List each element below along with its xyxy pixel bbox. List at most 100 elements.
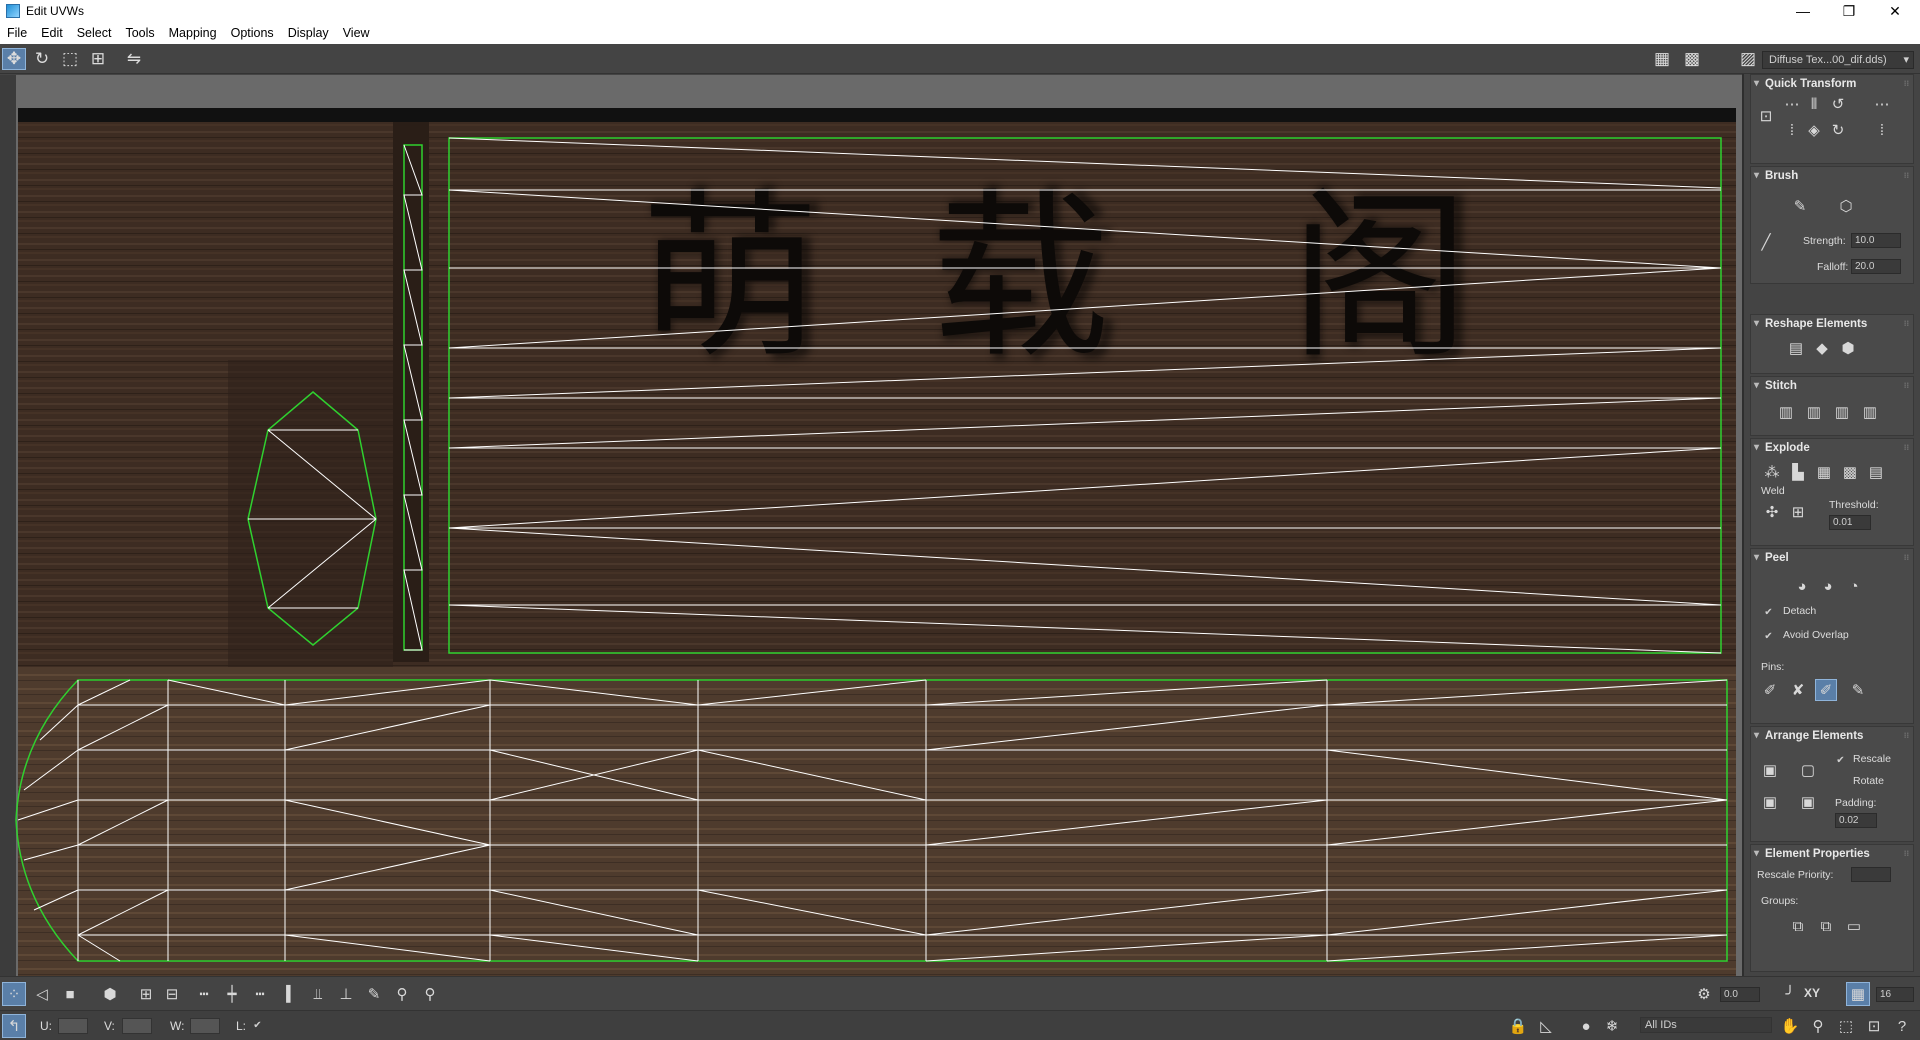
threshold-spinner[interactable]: 0.01 [1829,515,1871,530]
zoom-region-icon[interactable]: ⬚ [1834,1014,1858,1038]
polygon-mode-icon[interactable]: ■ [58,982,82,1006]
group-add-icon[interactable]: ⧉ [1815,915,1837,937]
relax-brush-icon[interactable]: ⬡ [1835,195,1857,217]
texture-strip [393,122,429,662]
rescale-priority-spinner[interactable] [1851,867,1891,882]
peel-mode-icon[interactable]: ◕ [1817,575,1839,597]
pack-together-icon[interactable]: ▢ [1797,759,1819,781]
padding-spinner[interactable]: 0.02 [1835,813,1877,828]
angle-spinner[interactable]: 0.0 [1720,987,1760,1002]
straighten-selection-icon[interactable]: ▤ [1785,337,1807,359]
quick-peel-icon[interactable]: ◕ [1791,575,1813,597]
freeze-icon[interactable]: ❄ [1600,1014,1624,1038]
v-field[interactable] [122,1018,152,1034]
align-horizontal-icon[interactable]: ⋯ [1781,93,1803,115]
element-properties-title[interactable]: Element Properties [1751,845,1913,863]
group-select-icon[interactable]: ⧉ [1787,915,1809,937]
rotate-ccw-icon[interactable]: ↺ [1827,93,1849,115]
right-panel: Quick Transform ⊡ ⋯ ⦀ ↺ ⋯ ⁞ ◈ ↻ ⁞ Brush … [1742,74,1920,976]
filter-icon[interactable]: ◺ [1534,1014,1558,1038]
edit-pins-icon[interactable]: ✐ [1759,679,1781,701]
falloff-spinner[interactable]: 20.0 [1851,259,1901,274]
stitch-title[interactable]: Stitch [1751,377,1913,395]
grid-snap-icon[interactable]: ▦ [1846,982,1870,1006]
avoid-overlap-checkbox[interactable]: ✔ [1763,631,1774,642]
paint-brush-icon[interactable]: ✎ [1789,195,1811,217]
pack-normalize-icon[interactable]: ▣ [1759,791,1781,813]
pack-rescale-icon[interactable]: ▣ [1797,791,1819,813]
edit-uvws-window: Edit UVWs — ❐ ✕ File Edit Select Tools M… [0,0,1920,1040]
xy-label[interactable]: XY [1804,986,1820,1000]
paint-select-icon[interactable]: ✎ [362,982,386,1006]
enlarge-brush-icon[interactable]: ⚲ [390,982,414,1006]
zoom-extents-icon[interactable]: ⊡ [1862,1014,1886,1038]
shrink-selection-icon[interactable]: ⊟ [160,982,184,1006]
uv-canvas[interactable]: 萌 载 阁 萌 载 阁 [0,0,1920,1040]
pack-custom-icon[interactable]: ▣ [1759,759,1781,781]
loop-icon[interactable]: ▍ [280,982,304,1006]
rotate-angle-icon[interactable]: ⚙ [1692,982,1716,1006]
space-horizontal-icon[interactable]: ⋯ [1871,93,1893,115]
detach-edge-icon[interactable]: ▙ [1787,461,1809,483]
rollout-explode: Explode ⁂ ▙ ▦ ▩ ▤ Weld ✣ ⊞ Threshold: 0.… [1750,438,1914,546]
strength-spinner[interactable]: 10.0 [1851,233,1901,248]
grow-selection-icon[interactable]: ⊞ [134,982,158,1006]
lock-checkbox[interactable]: ✔ [252,1020,263,1031]
align-pivot-icon[interactable]: ⊡ [1755,105,1777,127]
absolute-mode-icon[interactable]: ↰ [2,1014,26,1038]
grow-loop-icon[interactable]: ⫫ [306,982,330,1006]
ring-selection-icon[interactable]: ┅ [192,982,216,1006]
explode-title[interactable]: Explode [1751,439,1913,457]
lock-icon[interactable]: 🔒 [1506,1014,1530,1038]
element-mode-icon[interactable]: ⬢ [98,982,122,1006]
flatten-by-polygon-icon[interactable]: ▦ [1813,461,1835,483]
grid-spinner[interactable]: 16 [1876,987,1914,1002]
detach-checkbox[interactable]: ✔ [1763,607,1774,618]
grow-ring-icon[interactable]: ┿ [220,982,244,1006]
weld-selected-icon[interactable]: ✣ [1761,501,1783,523]
bottom-toolbar: ⁘ ◁ ■ ⬢ ⊞ ⊟ ┅ ┿ ┅ ▍ ⫫ ⊥ ✎ ⚲ ⚲ ⚙ 0.0 ╯ XY… [0,976,1920,1010]
vertex-mode-icon[interactable]: ⁘ [2,982,26,1006]
arrange-elements-title[interactable]: Arrange Elements [1751,727,1913,745]
straighten-icon[interactable]: ◈ [1803,119,1825,141]
stitch-source-icon[interactable]: ▥ [1803,401,1825,423]
rotate-cw-icon[interactable]: ↻ [1827,119,1849,141]
peel-title[interactable]: Peel [1751,549,1913,567]
quick-transform-title[interactable]: Quick Transform [1751,75,1913,93]
space-icon[interactable]: ⁞ [1871,119,1893,141]
flatten-by-smoothing-icon[interactable]: ▩ [1839,461,1861,483]
w-field[interactable] [190,1018,220,1034]
help-icon[interactable]: ? [1890,1014,1914,1038]
reshape-elements-title[interactable]: Reshape Elements [1751,315,1913,333]
unpin-icon[interactable]: ✐ [1815,679,1837,701]
space-vertical-icon[interactable]: ⦀ [1803,93,1825,115]
rescale-priority-label: Rescale Priority: [1757,869,1834,881]
stitch-custom-icon[interactable]: ▥ [1775,401,1797,423]
hide-icon[interactable]: ● [1574,1014,1598,1038]
pan-icon[interactable]: ✋ [1778,1014,1802,1038]
ids-dropdown[interactable]: All IDs [1640,1017,1772,1033]
rotate-checkbox[interactable] [1835,777,1846,788]
shrink-ring-icon[interactable]: ┅ [248,982,272,1006]
pin-selected-icon[interactable]: ✘ [1787,679,1809,701]
falloff-curve-icon[interactable]: ╱ [1755,231,1777,253]
rescale-checkbox[interactable]: ✔ [1835,755,1846,766]
flatten-icon[interactable]: ⬢ [1837,337,1859,359]
zoom-icon[interactable]: ⚲ [1806,1014,1830,1038]
auto-pin-icon[interactable]: ✎ [1847,679,1869,701]
shrink-loop-icon[interactable]: ⊥ [334,982,358,1006]
edge-mode-icon[interactable]: ◁ [30,982,54,1006]
break-icon[interactable]: ⁂ [1761,461,1783,483]
weld-all-icon[interactable]: ⊞ [1787,501,1809,523]
stitch-target-icon[interactable]: ▥ [1859,401,1881,423]
flatten-by-material-icon[interactable]: ▤ [1865,461,1887,483]
group-remove-icon[interactable]: ▭ [1843,915,1865,937]
relax-icon[interactable]: ◆ [1811,337,1833,359]
stitch-average-icon[interactable]: ▥ [1831,401,1853,423]
align-vertical-icon[interactable]: ⁞ [1781,119,1803,141]
curve-icon[interactable]: ╯ [1778,982,1802,1006]
reset-peel-icon[interactable]: ◔ [1843,575,1865,597]
u-field[interactable] [58,1018,88,1034]
brush-title[interactable]: Brush [1751,167,1913,185]
shrink-brush-icon[interactable]: ⚲ [418,982,442,1006]
